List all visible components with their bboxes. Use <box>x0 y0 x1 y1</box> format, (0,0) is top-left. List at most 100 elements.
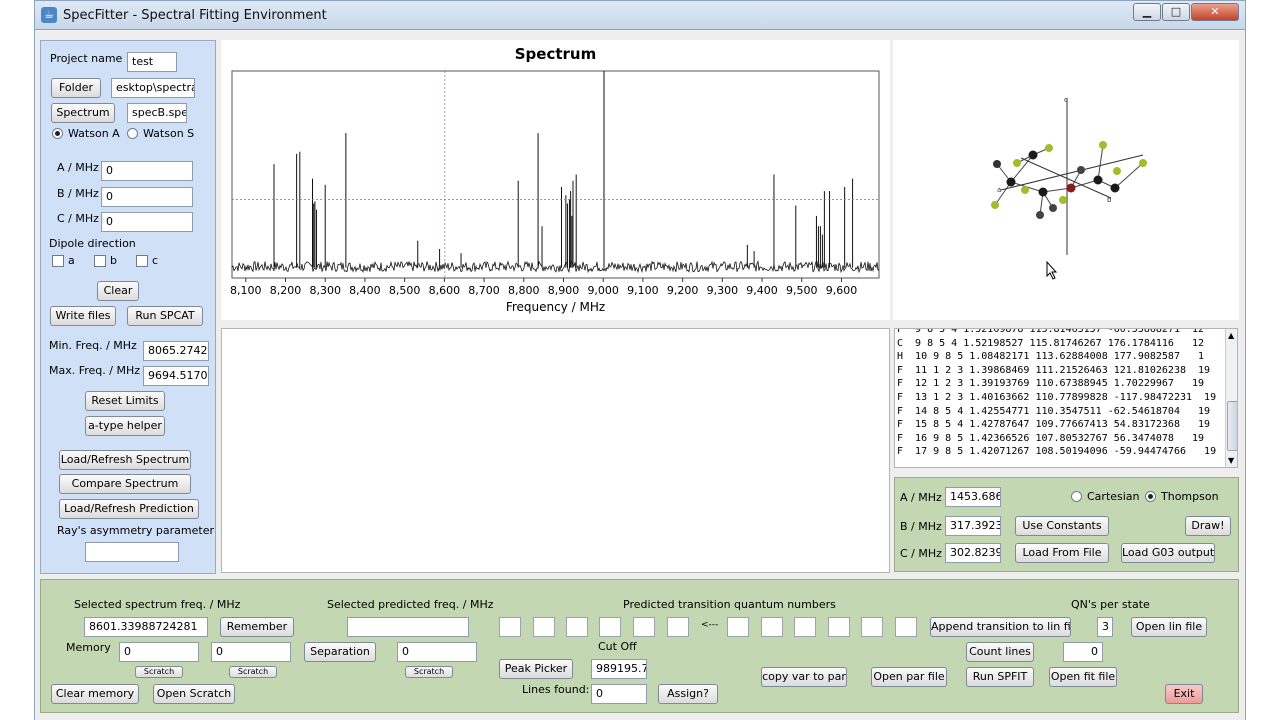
qn-lower-1[interactable] <box>727 617 749 637</box>
project-name-input[interactable]: test <box>127 52 177 72</box>
dipole-a-checkbox[interactable] <box>52 255 64 267</box>
title-bar: ☕ SpecFitter - Spectral Fitting Environm… <box>34 0 1246 30</box>
dipole-b-label: b <box>110 254 117 267</box>
x-tick-label: 8,700 <box>468 284 500 297</box>
qn-upper-4[interactable] <box>599 617 621 637</box>
load-from-file-button[interactable]: Load From File <box>1015 543 1109 563</box>
separation-field[interactable]: 0 <box>397 642 477 662</box>
c-constant-input[interactable]: 0 <box>101 212 193 232</box>
clear-memory-button[interactable]: Clear memory <box>51 684 139 704</box>
append-transition-button[interactable]: Append transition to lin file <box>930 617 1071 637</box>
folder-input[interactable]: esktop\spectraB\ <box>111 78 195 98</box>
asymmetry-parameter-field[interactable] <box>85 542 179 562</box>
qn-lower-4[interactable] <box>828 617 850 637</box>
watson-a-radio[interactable] <box>52 128 63 139</box>
geometry-line: F 9 8 5 4 1.52109878 113.81463157 -60.55… <box>897 328 1205 335</box>
scratch-button-1[interactable]: Scratch <box>135 666 183 678</box>
a-type-helper-button[interactable]: a-type helper <box>85 416 165 436</box>
dipole-b-checkbox[interactable] <box>94 255 106 267</box>
separation-button[interactable]: Separation <box>304 642 376 662</box>
dipole-c-checkbox[interactable] <box>136 255 148 267</box>
clear-button[interactable]: Clear <box>97 281 139 301</box>
count-lines-button[interactable]: Count lines <box>966 642 1034 662</box>
copy-var-to-par-button[interactable]: copy var to par <box>761 667 847 687</box>
qn-upper-5[interactable] <box>633 617 655 637</box>
cartesian-label: Cartesian <box>1087 490 1140 503</box>
a-constant-label: A / MHz <box>57 161 99 174</box>
run-spcat-button[interactable]: Run SPCAT <box>127 306 203 326</box>
b-constant-label: B / MHz <box>57 187 99 200</box>
minimize-button[interactable]: ▁ <box>1133 3 1161 21</box>
folder-button[interactable]: Folder <box>51 78 101 98</box>
spectrum-chart[interactable]: Spectrum 8,100 8,200 8,300 8,400 8,500 8,600 8,… <box>221 40 890 320</box>
qn-lower-6[interactable] <box>895 617 917 637</box>
lines-found-label: Lines found: <box>522 683 590 696</box>
cartesian-radio[interactable] <box>1071 491 1082 502</box>
peak-picker-button[interactable]: Peak Picker <box>499 659 573 679</box>
spectrum-file-input[interactable]: specB.spe <box>127 103 187 123</box>
spectrum-panel: Spectrum 8,100 8,200 8,300 8,400 8,500 8,600 8,… <box>221 40 890 320</box>
scroll-down-icon[interactable]: ▼ <box>1228 456 1234 465</box>
project-name-label: Project name <box>50 52 123 65</box>
open-scratch-button[interactable]: Open Scratch <box>153 684 235 704</box>
memory-field-2[interactable]: 0 <box>211 642 291 662</box>
dipole-c-label: c <box>152 254 159 267</box>
selected-predicted-freq-field[interactable] <box>347 617 469 637</box>
thompson-radio[interactable] <box>1145 491 1156 502</box>
max-freq-input[interactable]: 9694.5170 <box>143 366 209 386</box>
scrollbar-thumb[interactable] <box>1227 401 1237 451</box>
selected-spectrum-freq-field[interactable]: 8601.33988724281 <box>84 617 208 637</box>
qn-upper-3[interactable] <box>566 617 588 637</box>
close-button[interactable]: ✕ <box>1191 3 1239 21</box>
qns-per-state-field[interactable]: 3 <box>1097 617 1113 637</box>
a-constant-input[interactable]: 0 <box>101 161 193 181</box>
const-b-field[interactable]: 317.3923 <box>945 516 1001 536</box>
b-constant-input[interactable]: 0 <box>101 187 193 207</box>
max-freq-label: Max. Freq. / MHz <box>49 364 141 377</box>
x-tick-label: 8,800 <box>508 284 540 297</box>
molecule-view-panel[interactable]: c a b <box>893 40 1239 320</box>
spectrum-file-button[interactable]: Spectrum <box>51 103 115 123</box>
open-par-file-button[interactable]: Open par file <box>871 667 947 687</box>
use-constants-button[interactable]: Use Constants <box>1015 516 1109 536</box>
thompson-label: Thompson <box>1161 490 1219 503</box>
run-spfit-button[interactable]: Run SPFIT <box>966 667 1034 687</box>
exit-button[interactable]: Exit <box>1165 684 1203 704</box>
draw-button[interactable]: Draw! <box>1185 516 1231 536</box>
min-freq-input[interactable]: 8065.2742 <box>143 341 209 361</box>
rotational-constants-panel: A / MHz 1453.6862 B / MHz 317.3923 C / M… <box>894 477 1239 572</box>
write-files-button[interactable]: Write files <box>50 306 116 326</box>
qn-lower-5[interactable] <box>861 617 883 637</box>
memory-field-1[interactable]: 0 <box>119 642 199 662</box>
qn-lower-3[interactable] <box>794 617 816 637</box>
compare-spectrum-button[interactable]: Compare Spectrum <box>59 474 191 494</box>
scratch-button-3[interactable]: Scratch <box>405 666 453 678</box>
scroll-up-icon[interactable]: ▲ <box>1228 331 1234 340</box>
load-refresh-spectrum-button[interactable]: Load/Refresh Spectrum <box>59 450 191 470</box>
cutoff-label: Cut Off <box>598 640 637 653</box>
load-g03-output-button[interactable]: Load G03 output <box>1121 543 1215 563</box>
load-refresh-prediction-button[interactable]: Load/Refresh Prediction <box>59 499 199 519</box>
geometry-text-area[interactable]: F 9 8 5 4 1.52109878 113.81463157 -60.55… <box>894 328 1238 468</box>
prediction-plot-panel[interactable] <box>221 328 890 573</box>
geometry-scrollbar[interactable]: ▲ ▼ <box>1225 329 1237 467</box>
lines-found-field[interactable]: 0 <box>591 684 647 704</box>
scratch-button-2[interactable]: Scratch <box>229 666 277 678</box>
cutoff-field[interactable]: 989195.7 <box>591 659 647 679</box>
qn-lower-2[interactable] <box>761 617 783 637</box>
assign-button[interactable]: Assign? <box>658 684 718 704</box>
qn-upper-2[interactable] <box>533 617 555 637</box>
qn-upper-1[interactable] <box>499 617 521 637</box>
reset-limits-button[interactable]: Reset Limits <box>85 391 165 411</box>
maximize-button[interactable]: □ <box>1162 3 1190 21</box>
count-lines-field[interactable]: 0 <box>1063 642 1103 662</box>
watson-s-radio[interactable] <box>127 128 138 139</box>
const-c-field[interactable]: 302.8239 <box>945 543 1001 563</box>
const-a-field[interactable]: 1453.6862 <box>945 487 1001 507</box>
qn-upper-6[interactable] <box>667 617 689 637</box>
open-fit-file-button[interactable]: Open fit file <box>1049 667 1117 687</box>
remember-button[interactable]: Remember <box>220 617 294 637</box>
open-lin-file-button[interactable]: Open lin file <box>1131 617 1207 637</box>
mouse-cursor-icon <box>1046 260 1058 280</box>
window-title: SpecFitter - Spectral Fitting Environmen… <box>63 8 327 23</box>
